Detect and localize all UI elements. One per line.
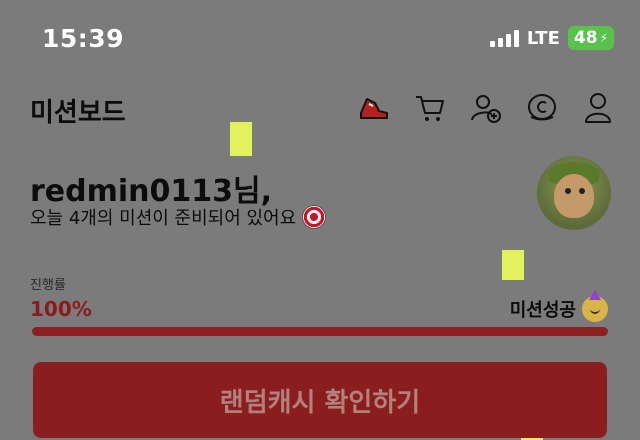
charging-icon: ⚡ [599, 31, 608, 45]
greeting-subtitle: 오늘 4개의 미션이 준비되어 있어요 [30, 204, 327, 230]
page-title: 미션보드 [30, 98, 126, 128]
network-type: LTE [526, 27, 560, 49]
progress-status-text: 미션성공 [509, 300, 576, 321]
progress-percent: 100% [30, 297, 92, 321]
avatar-face [554, 174, 594, 218]
highlight-marker [230, 122, 252, 156]
avatar-eye [565, 188, 571, 194]
random-cash-button[interactable]: 랜덤캐시 확인하기 [33, 362, 607, 438]
progress-status: 미션성공 [509, 290, 608, 322]
battery-level: 48 [573, 28, 598, 48]
header-actions [354, 90, 618, 126]
dart-target-icon [302, 205, 327, 229]
progress-bar-fill [32, 327, 608, 336]
party-face-icon [582, 290, 608, 322]
cart-icon[interactable] [410, 90, 450, 126]
status-indicators: LTE 48 ⚡ [489, 26, 614, 50]
character-avatar[interactable] [537, 156, 611, 230]
coin-icon[interactable] [522, 90, 562, 126]
progress-bar [32, 327, 608, 336]
greeting-subtitle-text: 오늘 4개의 미션이 준비되어 있어요 [30, 208, 297, 229]
highlight-marker [502, 250, 524, 280]
status-time: 15:39 [42, 24, 125, 53]
add-friend-icon[interactable] [466, 90, 506, 126]
sneaker-icon[interactable] [354, 90, 394, 126]
progress-label: 진행률 [30, 278, 66, 293]
signal-icon [489, 29, 519, 47]
profile-icon[interactable] [578, 90, 618, 126]
battery-indicator: 48 ⚡ [567, 26, 614, 50]
avatar-eye [579, 188, 585, 194]
